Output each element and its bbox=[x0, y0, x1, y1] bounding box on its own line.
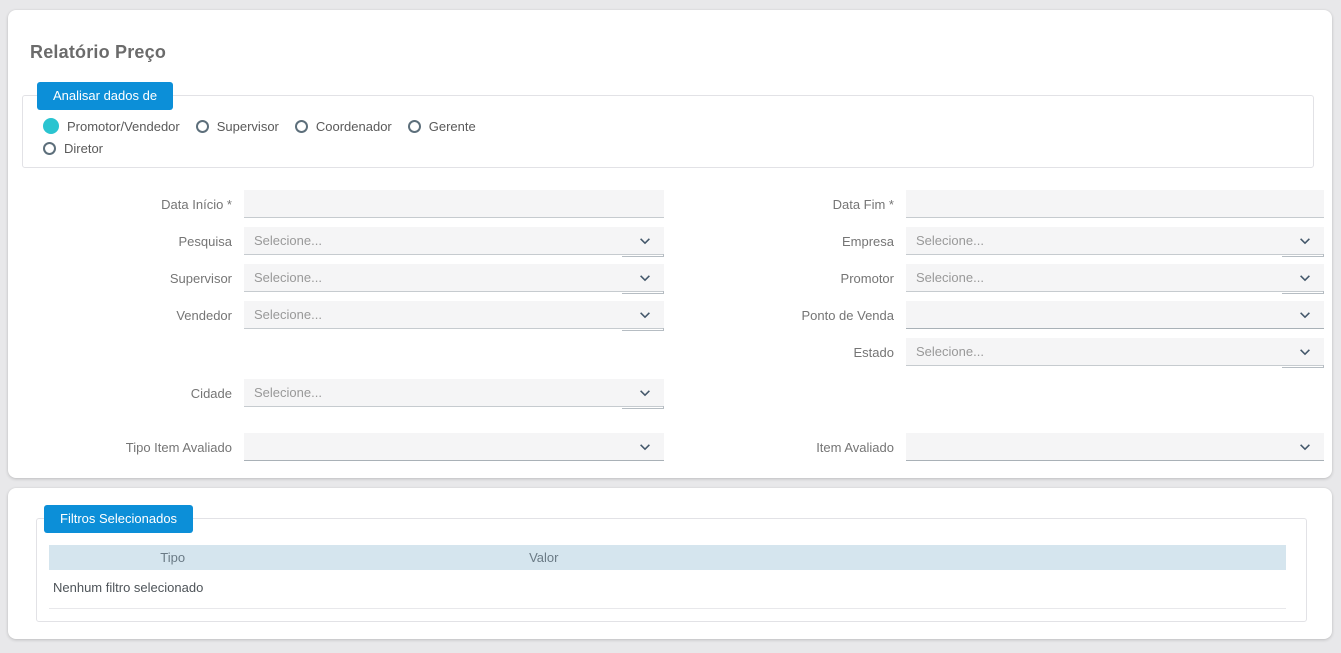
select-tipo-item-avaliado[interactable] bbox=[244, 433, 664, 461]
select-empresa[interactable]: Selecione... bbox=[906, 227, 1324, 257]
field-estado: Selecione... bbox=[906, 338, 1324, 368]
radio-unselected-icon[interactable] bbox=[43, 141, 56, 155]
radio-label-coordenador: Coordenador bbox=[315, 118, 392, 134]
field-supervisor: Selecione... bbox=[244, 264, 664, 294]
label-empresa: Empresa bbox=[841, 233, 894, 249]
select-value-pesquisa: Selecione... bbox=[254, 233, 322, 248]
radio-option-diretor[interactable]: Diretor bbox=[43, 139, 103, 157]
select-supervisor[interactable]: Selecione... bbox=[244, 264, 664, 294]
radio-label-diretor: Diretor bbox=[64, 140, 104, 156]
filters-table: Tipo Valor Nenhum filtro selecionado bbox=[49, 545, 1286, 609]
chevron-down-icon bbox=[638, 386, 652, 400]
select-caret-underline bbox=[622, 291, 664, 294]
radio-label-supervisor: Supervisor bbox=[216, 118, 279, 134]
report-card: Relatório Preço Analisar dados de Promot… bbox=[8, 10, 1332, 478]
filters-empty-row: Nenhum filtro selecionado bbox=[49, 570, 1286, 609]
select-pesquisa[interactable]: Selecione... bbox=[244, 227, 664, 257]
radio-unselected-icon[interactable] bbox=[407, 119, 421, 133]
radio-option-supervisor[interactable]: Supervisor bbox=[195, 117, 279, 135]
select-caret-underline bbox=[622, 254, 664, 257]
filters-table-header-row: Tipo Valor bbox=[49, 545, 1286, 570]
field-vendedor: Selecione... bbox=[244, 301, 664, 331]
radio-selected-icon[interactable] bbox=[43, 118, 59, 134]
label-data-inicio: Data Início * bbox=[161, 196, 232, 212]
filters-legend-tab[interactable]: Filtros Selecionados bbox=[44, 505, 194, 533]
select-caret-underline bbox=[622, 328, 664, 331]
radio-option-promotor-vendedor[interactable]: Promotor/Vendedor bbox=[43, 117, 180, 135]
select-promotor[interactable]: Selecione... bbox=[906, 264, 1324, 294]
field-empresa: Selecione... bbox=[906, 227, 1324, 257]
select-vendedor[interactable]: Selecione... bbox=[244, 301, 664, 331]
field-data-fim bbox=[906, 190, 1324, 218]
form-row: Supervisor Selecione... Promotor Selecione.… bbox=[14, 264, 1332, 294]
select-estado[interactable]: Selecione... bbox=[906, 338, 1324, 368]
report-form: Data Início * Data Fim * Pesquisa Selecione… bbox=[8, 190, 1332, 461]
filters-empty-message: Nenhum filtro selecionado bbox=[49, 570, 1286, 609]
radio-label-promotor-vendedor: Promotor/Vendedor bbox=[67, 118, 180, 134]
label-supervisor: Supervisor bbox=[169, 270, 232, 286]
select-caret-underline bbox=[1282, 291, 1324, 294]
chevron-down-icon bbox=[638, 308, 652, 322]
label-vendedor: Vendedor bbox=[176, 307, 232, 323]
column-header-tipo: Tipo bbox=[160, 550, 186, 565]
label-ponto-de-venda: Ponto de Venda bbox=[801, 307, 894, 323]
form-row: Tipo Item Avaliado Item Avaliado bbox=[14, 433, 1332, 461]
chevron-down-icon bbox=[1298, 234, 1312, 248]
select-cidade[interactable]: Selecione... bbox=[244, 379, 664, 409]
label-pesquisa: Pesquisa bbox=[178, 233, 232, 249]
field-data-inicio bbox=[244, 190, 664, 218]
chevron-down-icon bbox=[638, 271, 652, 285]
field-promotor: Selecione... bbox=[906, 264, 1324, 294]
select-value-supervisor: Selecione... bbox=[254, 270, 322, 285]
chevron-down-icon bbox=[1298, 440, 1312, 454]
analyze-options: Promotor/Vendedor Supervisor Coordenador Ge… bbox=[37, 115, 517, 161]
select-value-cidade: Selecione... bbox=[254, 385, 322, 400]
label-cidade: Cidade bbox=[190, 385, 232, 401]
column-header-empty bbox=[791, 545, 1286, 570]
select-value-vendedor: Selecione... bbox=[254, 307, 322, 322]
page-title: Relatório Preço bbox=[30, 42, 167, 62]
select-caret-underline bbox=[622, 406, 664, 409]
select-item-avaliado[interactable] bbox=[906, 433, 1324, 461]
label-tipo-item-avaliado: Tipo Item Avaliado bbox=[125, 439, 232, 455]
label-item-avaliado: Item Avaliado bbox=[816, 439, 894, 455]
form-row: Pesquisa Selecione... Empresa Selecione... bbox=[14, 227, 1332, 257]
label-estado: Estado bbox=[853, 344, 894, 360]
form-row: Vendedor Selecione... Ponto de Venda bbox=[14, 301, 1332, 331]
input-data-fim[interactable] bbox=[906, 190, 1324, 218]
chevron-down-icon bbox=[1298, 271, 1312, 285]
select-caret-underline bbox=[1282, 254, 1324, 257]
form-row: Data Início * Data Fim * bbox=[14, 190, 1332, 218]
filters-fieldset: Filtros Selecionados Tipo Valor Nenhum f… bbox=[36, 505, 1307, 622]
chevron-down-icon bbox=[1298, 308, 1312, 322]
field-item-avaliado bbox=[906, 433, 1324, 461]
input-data-inicio[interactable] bbox=[244, 190, 664, 218]
radio-label-gerente: Gerente bbox=[428, 118, 476, 134]
chevron-down-icon bbox=[638, 234, 652, 248]
analyze-legend-tab[interactable]: Analisar dados de bbox=[37, 82, 174, 110]
chevron-down-icon bbox=[638, 440, 652, 454]
radio-unselected-icon[interactable] bbox=[294, 119, 308, 133]
column-header-valor: Valor bbox=[529, 550, 559, 565]
filters-card: Filtros Selecionados Tipo Valor Nenhum f… bbox=[8, 488, 1332, 639]
label-data-fim: Data Fim * bbox=[832, 196, 894, 212]
form-row: Cidade Selecione... bbox=[14, 379, 1332, 409]
analyze-fieldset: Analisar dados de Promotor/Vendedor Super… bbox=[22, 82, 1314, 168]
radio-option-gerente[interactable]: Gerente bbox=[407, 117, 476, 135]
field-tipo-item-avaliado bbox=[244, 433, 664, 461]
select-ponto-de-venda[interactable] bbox=[906, 301, 1324, 329]
radio-unselected-icon[interactable] bbox=[195, 119, 209, 133]
form-row: Estado Selecione... bbox=[14, 338, 1332, 368]
field-pesquisa: Selecione... bbox=[244, 227, 664, 257]
radio-option-coordenador[interactable]: Coordenador bbox=[294, 117, 392, 135]
select-value-estado: Selecione... bbox=[916, 344, 984, 359]
field-ponto-de-venda bbox=[906, 301, 1324, 329]
chevron-down-icon bbox=[1298, 345, 1312, 359]
select-caret-underline bbox=[1282, 365, 1324, 368]
field-cidade: Selecione... bbox=[244, 379, 664, 409]
select-value-promotor: Selecione... bbox=[916, 270, 984, 285]
select-value-empresa: Selecione... bbox=[916, 233, 984, 248]
label-promotor: Promotor bbox=[840, 270, 894, 286]
